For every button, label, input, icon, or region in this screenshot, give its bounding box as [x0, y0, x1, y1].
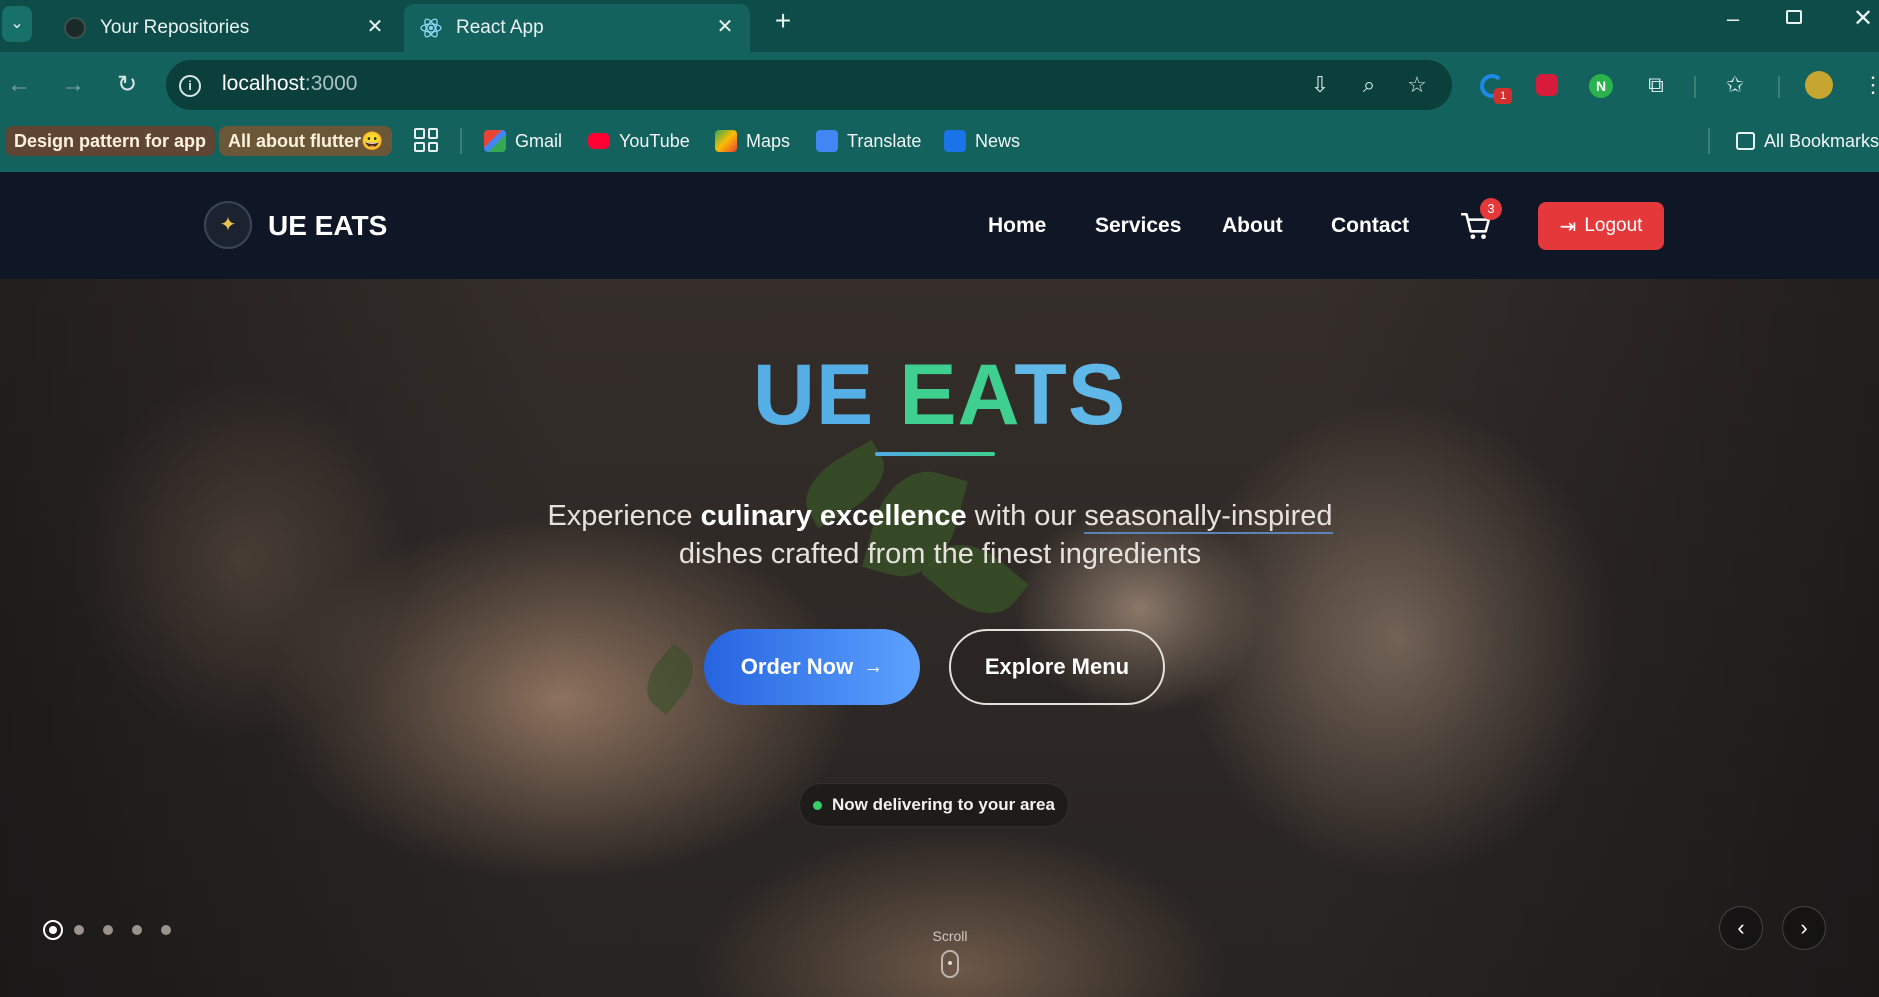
cart-count-badge: 3 [1480, 198, 1502, 220]
hero-subtitle: Experience culinary excellence with our … [440, 497, 1440, 573]
tab-search-button[interactable]: ⌄ [2, 6, 32, 42]
tab-title: React App [456, 17, 544, 38]
prev-slide-button[interactable]: ‹ [1719, 906, 1763, 950]
menu-kebab-icon[interactable]: ⋮ [1862, 70, 1879, 100]
extensions-puzzle-icon[interactable]: ⧉ [1641, 70, 1671, 100]
extension-badge: 1 [1494, 88, 1512, 104]
order-now-button[interactable]: Order Now → [704, 629, 920, 705]
scroll-mouse-icon [941, 950, 959, 978]
delivery-status-badge: Now delivering to your area [799, 783, 1069, 827]
slide-indicator-3[interactable] [103, 925, 113, 935]
url-text[interactable]: localhost:3000 [222, 72, 357, 96]
url-port: :3000 [304, 72, 358, 95]
close-tab-icon[interactable]: ✕ [714, 16, 736, 38]
extension-red-icon[interactable] [1536, 74, 1558, 96]
bookmark-label: News [975, 130, 1021, 151]
minimize-icon[interactable]: – [1718, 6, 1748, 36]
scroll-label: Scroll [932, 928, 968, 944]
restore-icon[interactable] [1786, 10, 1802, 24]
nav-home[interactable]: Home [988, 214, 1046, 238]
site-info-icon[interactable]: i [179, 75, 201, 97]
subtitle-underlined: seasonally-inspired [1084, 500, 1333, 534]
nav-about[interactable]: About [1222, 214, 1283, 238]
news-icon [944, 130, 966, 152]
close-window-icon[interactable]: ✕ [1848, 4, 1878, 34]
apps-grid-icon[interactable] [414, 128, 438, 152]
delivery-status-text: Now delivering to your area [832, 795, 1055, 814]
arrow-right-icon: → [863, 655, 884, 678]
bookmark-maps[interactable]: Maps [715, 126, 790, 156]
tab-your-repositories[interactable]: Your Repositories ✕ [48, 4, 400, 52]
reload-button[interactable]: ↻ [112, 70, 142, 100]
youtube-icon [588, 133, 610, 149]
bookmark-news[interactable]: News [944, 126, 1020, 156]
hero-title-word2: EA [899, 347, 1015, 443]
forward-button[interactable]: → [58, 70, 88, 100]
all-bookmarks[interactable]: All Bookmarks [1736, 126, 1879, 156]
react-icon [420, 18, 442, 38]
bookmark-star-icon[interactable]: ☆ [1402, 70, 1432, 100]
hero-title-word1: UE [752, 347, 875, 443]
bookmark-label: Maps [746, 130, 791, 151]
site-brand[interactable]: UE EATS [268, 210, 387, 242]
bookmark-translate[interactable]: Translate [816, 126, 921, 156]
hero-title-underline [875, 452, 995, 456]
toolbar-divider [1778, 76, 1780, 98]
next-slide-button[interactable]: › [1782, 906, 1826, 950]
status-dot-icon [813, 800, 823, 810]
bookmark-label: YouTube [619, 130, 690, 151]
profile-avatar[interactable] [1805, 71, 1833, 99]
subtitle-bold: culinary excellence [700, 500, 967, 532]
tab-react-app[interactable]: React App ✕ [404, 4, 750, 52]
hero-title: UE EATS [0, 346, 1879, 445]
install-app-icon[interactable]: ⇩ [1305, 70, 1335, 100]
hero-title-word3: TS [1014, 347, 1127, 443]
new-tab-button[interactable]: + [768, 6, 798, 36]
bookmark-label: All Bookmarks [1763, 130, 1879, 151]
bookmark-label: Translate [847, 130, 922, 151]
bookmark-label: Gmail [515, 130, 563, 151]
address-bar[interactable] [166, 60, 1452, 110]
logout-button[interactable]: ⇥ Logout [1538, 202, 1664, 250]
bookmark-youtube[interactable]: YouTube [588, 126, 690, 156]
bookmark-flutter[interactable]: All about flutter😀 [219, 126, 393, 156]
back-button[interactable]: ← [4, 70, 34, 100]
bookmark-gmail[interactable]: Gmail [484, 126, 562, 156]
translate-icon [816, 130, 838, 152]
github-icon [64, 17, 86, 39]
bookmark-divider [1708, 128, 1710, 154]
bookmark-design-pattern[interactable]: Design pattern for app [5, 126, 216, 156]
extension-green-icon[interactable]: N [1589, 74, 1613, 98]
slide-indicator-4[interactable] [132, 925, 142, 935]
explore-menu-button[interactable]: Explore Menu [949, 629, 1165, 705]
subtitle-text: with our [966, 500, 1085, 532]
url-host: localhost [222, 72, 305, 95]
logout-icon: ⇥ [1559, 215, 1577, 238]
folder-icon [1736, 132, 1755, 150]
close-tab-icon[interactable]: ✕ [364, 16, 386, 38]
bookmark-divider [460, 128, 462, 154]
tab-title: Your Repositories [100, 17, 250, 38]
bookmarks-panel-icon[interactable]: ✩ [1720, 70, 1750, 100]
web-page [0, 172, 1879, 997]
subtitle-text: dishes crafted from the finest ingredien… [678, 538, 1202, 570]
logout-label: Logout [1584, 215, 1643, 236]
explore-menu-label: Explore Menu [984, 654, 1130, 679]
toolbar-divider [1694, 76, 1696, 98]
browser-chrome: ⌄ Your Repositories ✕ React App ✕ + – ✕ … [0, 0, 1879, 172]
zoom-icon[interactable]: ⌕ [1354, 70, 1384, 100]
slide-indicator-2[interactable] [74, 925, 84, 935]
subtitle-text: Experience [547, 500, 701, 532]
maps-icon [715, 130, 737, 152]
nav-services[interactable]: Services [1095, 214, 1181, 238]
order-now-label: Order Now [740, 654, 854, 679]
slide-indicator-1[interactable] [43, 920, 63, 940]
slide-indicator-5[interactable] [161, 925, 171, 935]
gmail-icon [484, 130, 506, 152]
nav-contact[interactable]: Contact [1331, 214, 1409, 238]
site-logo[interactable]: ✦ [204, 201, 252, 249]
